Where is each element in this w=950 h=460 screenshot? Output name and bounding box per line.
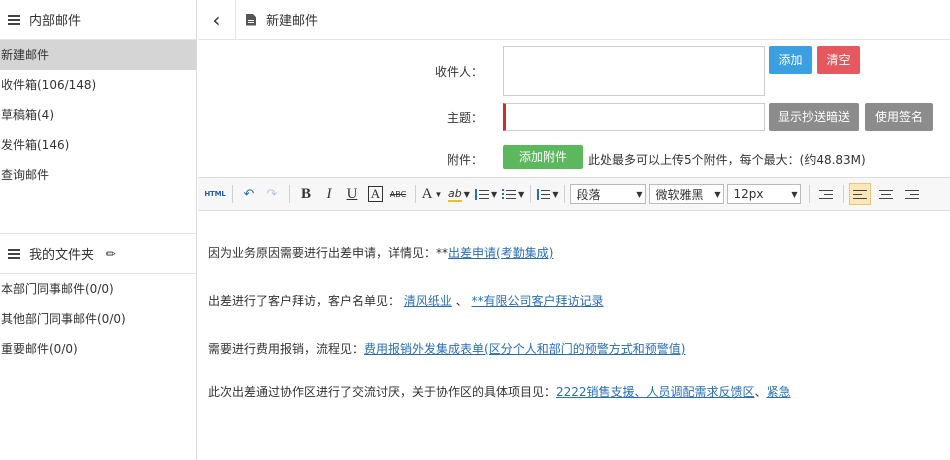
paragraph-text: 需要进行费用报销，流程见： xyxy=(208,342,365,356)
align-right-icon xyxy=(905,189,920,200)
recipient-field[interactable] xyxy=(503,46,765,96)
indent-button[interactable] xyxy=(815,183,837,205)
sidebar-item-search[interactable]: 查询邮件 xyxy=(0,160,196,190)
underline-button[interactable]: U xyxy=(341,183,363,205)
add-recipient-button[interactable]: 添加 xyxy=(769,46,812,74)
highlight-button[interactable]: ab ▼ xyxy=(448,183,470,205)
paragraph-separator: 、 xyxy=(754,385,767,399)
ordered-list-button[interactable]: ▼ xyxy=(475,183,497,205)
wrench-icon[interactable]: ✎ xyxy=(103,245,120,262)
attachment-label: 附件： xyxy=(446,153,483,167)
sidebar-item-new-mail[interactable]: 新建邮件 xyxy=(0,40,196,70)
border-text-button[interactable]: A xyxy=(368,186,383,202)
sidebar-spacer xyxy=(0,190,196,234)
folder-item-important[interactable]: 重要邮件(0/0) xyxy=(0,334,196,364)
chevron-down-icon: ▼ xyxy=(491,189,498,199)
collaboration-area-link[interactable]: 2222销售支援、人员调配需求反馈区 xyxy=(556,385,755,399)
menu-icon xyxy=(8,248,20,259)
sidebar-item-sent[interactable]: 发件箱(146) xyxy=(0,130,196,160)
folder-item-department[interactable]: 本部门同事邮件(0/0) xyxy=(0,274,196,304)
customer-visit-record-link[interactable]: **有限公司客户拜访记录 xyxy=(472,294,604,308)
toolbar-divider xyxy=(564,185,566,203)
urgent-link[interactable]: 紧急 xyxy=(767,385,791,399)
folder-item-other-department[interactable]: 其他部门同事邮件(0/0) xyxy=(0,304,196,334)
sidebar-header-label: 内部邮件 xyxy=(29,14,82,29)
body-paragraph: 此次出差通过协作区进行了交流讨厌，关于协作区的具体项目见：2222销售支援、人员… xyxy=(208,383,791,400)
toolbar-divider xyxy=(289,185,290,203)
chevron-down-icon: ▼ xyxy=(636,189,643,199)
editor-toolbar: HTML ↶ ↷ B I U A ABC A ▼ ab ▼ ▼ ▼ ▼ 段落 ▼… xyxy=(198,177,950,211)
align-left-icon xyxy=(853,189,868,200)
page-title: 新建邮件 xyxy=(266,14,319,29)
font-family-select[interactable]: 微软雅黑 ▼ xyxy=(649,184,725,204)
line-height-button[interactable]: ▼ xyxy=(536,183,558,205)
menu-icon xyxy=(8,14,20,25)
highlight-icon: ab xyxy=(448,186,462,202)
folders-header-label: 我的文件夹 xyxy=(29,248,95,263)
chevron-left-icon: ‹ xyxy=(212,7,221,32)
line-height-icon xyxy=(536,188,551,200)
paragraph-text: 出差进行了客户拜访，客户名单见： xyxy=(208,294,401,308)
chevron-down-icon: ▼ xyxy=(791,189,798,199)
align-right-button[interactable] xyxy=(901,183,923,205)
document-icon xyxy=(246,13,256,26)
subject-label: 主题： xyxy=(446,111,483,125)
align-left-button[interactable] xyxy=(849,183,872,205)
customer-link[interactable]: 清风纸业 xyxy=(404,294,452,308)
use-signature-button[interactable]: 使用签名 xyxy=(865,103,933,131)
add-attachment-button[interactable]: 添加附件 xyxy=(503,145,583,169)
compose-panel: ‹ 新建邮件 收件人： 添加 清空 主题： 显示抄送暗送 使用签名 附件： 添加… xyxy=(198,0,950,460)
font-color-button[interactable]: A ▼ xyxy=(421,183,443,205)
font-size-select-value: 12px xyxy=(733,187,764,201)
toolbar-divider xyxy=(232,185,233,203)
expense-form-link[interactable]: 费用报销外发集成表单(区分个人和部门的预警方式和预警值) xyxy=(364,342,685,356)
body-paragraph: 因为业务原因需要进行出差申请，详情见：**出差申请(考勤集成) xyxy=(208,244,553,261)
toolbar-divider xyxy=(843,185,845,203)
redo-button[interactable]: ↷ xyxy=(261,183,283,205)
editor-body[interactable]: 因为业务原因需要进行出差申请，详情见：**出差申请(考勤集成) 出差进行了客户拜… xyxy=(198,211,950,460)
clear-recipient-button[interactable]: 清空 xyxy=(817,46,860,74)
sidebar-header: 内部邮件 xyxy=(0,0,196,40)
toolbar-divider xyxy=(415,185,416,203)
paragraph-separator: 、 xyxy=(455,294,468,308)
align-center-icon xyxy=(879,189,894,200)
chevron-down-icon: ▼ xyxy=(552,189,559,199)
font-family-select-value: 微软雅黑 xyxy=(655,187,704,202)
sidebar-item-drafts[interactable]: 草稿箱(4) xyxy=(0,100,196,130)
align-center-button[interactable] xyxy=(875,183,897,205)
unordered-list-icon xyxy=(502,188,517,200)
show-cc-bcc-button[interactable]: 显示抄送暗送 xyxy=(769,103,859,131)
chevron-down-icon: ▼ xyxy=(434,189,443,199)
chevron-down-icon: ▼ xyxy=(714,189,721,199)
html-source-button[interactable]: HTML xyxy=(204,183,226,205)
sidebar-item-inbox[interactable]: 收件箱(106/148) xyxy=(0,70,196,100)
undo-button[interactable]: ↶ xyxy=(238,183,260,205)
toolbar-divider xyxy=(530,185,532,203)
indent-icon xyxy=(819,189,834,200)
back-button[interactable]: ‹ xyxy=(198,0,236,40)
bold-button[interactable]: B xyxy=(295,183,317,205)
font-color-icon: A xyxy=(421,185,433,202)
folders-header: 我的文件夹 ✎ xyxy=(0,234,196,274)
ordered-list-icon xyxy=(475,188,489,200)
compose-header: ‹ 新建邮件 xyxy=(198,0,950,40)
chevron-down-icon: ▼ xyxy=(463,189,470,199)
subject-input[interactable] xyxy=(503,103,765,131)
unordered-list-button[interactable]: ▼ xyxy=(502,183,524,205)
business-trip-link[interactable]: 出差申请(考勤集成) xyxy=(448,246,553,260)
attachment-note: 此处最多可以上传5个附件，每个最大：(约48.83M) xyxy=(588,153,866,167)
body-paragraph: 出差进行了客户拜访，客户名单见： 清风纸业 、 **有限公司客户拜访记录 xyxy=(208,292,604,309)
body-paragraph: 需要进行费用报销，流程见：费用报销外发集成表单(区分个人和部门的预警方式和预警值… xyxy=(208,340,685,357)
paragraph-text: 因为业务原因需要进行出差申请，详情见：** xyxy=(208,246,449,260)
sidebar: 内部邮件 新建邮件 收件箱(106/148) 草稿箱(4) 发件箱(146) 查… xyxy=(0,0,197,460)
chevron-down-icon: ▼ xyxy=(518,189,525,199)
font-size-select[interactable]: 12px ▼ xyxy=(727,184,802,204)
toolbar-divider xyxy=(809,185,811,203)
recipient-label: 收件人： xyxy=(434,65,483,79)
paragraph-select[interactable]: 段落 ▼ xyxy=(570,184,647,204)
paragraph-select-value: 段落 xyxy=(576,187,601,202)
paragraph-text: 此次出差通过协作区进行了交流讨厌，关于协作区的具体项目见： xyxy=(208,385,557,399)
italic-button[interactable]: I xyxy=(318,183,340,205)
strikethrough-button[interactable]: ABC xyxy=(387,183,409,205)
